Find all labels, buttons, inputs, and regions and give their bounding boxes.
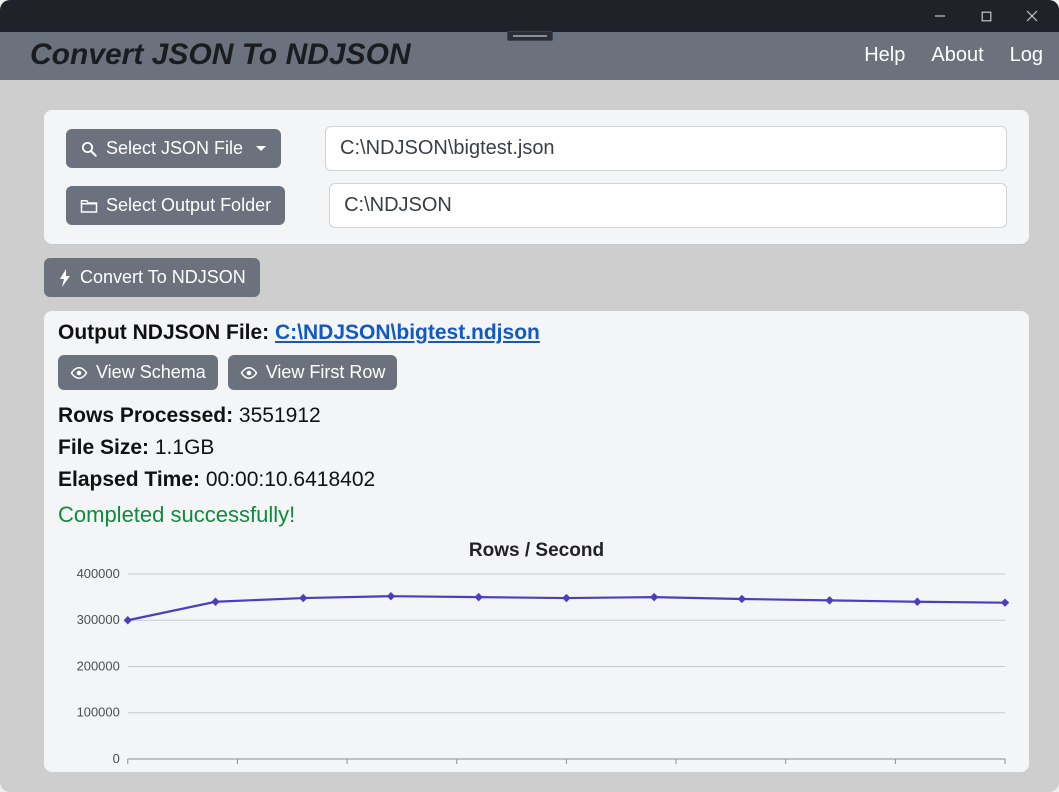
nav-log[interactable]: Log [1010, 44, 1043, 67]
maximize-icon [981, 11, 992, 22]
minimize-icon [934, 10, 946, 22]
app-title: Convert JSON To NDJSON [30, 38, 411, 72]
svg-text:09:44:10: 09:44:10 [103, 769, 153, 772]
chart-container: Rows / Second 01000002000003000004000000… [58, 540, 1015, 772]
rows-per-second-chart: 0 100000 200000 300000 400000 09:44:10 09:44:1… [58, 564, 1015, 772]
chevron-down-icon [255, 143, 267, 155]
svg-text:09:44:13: 09:44:13 [432, 769, 482, 772]
window-minimize-button[interactable] [917, 2, 963, 30]
file-size-value: 1.1GB [155, 436, 215, 459]
svg-text:100000: 100000 [77, 705, 120, 720]
elapsed-time-label: Elapsed Time: [58, 468, 200, 491]
file-select-card: Select JSON File Select Output Folder [44, 110, 1029, 244]
search-icon [80, 140, 98, 158]
svg-text:09:44:17: 09:44:17 [870, 769, 920, 772]
window-close-button[interactable] [1009, 2, 1055, 30]
svg-text:0: 0 [113, 751, 120, 766]
json-path-input[interactable] [325, 126, 1007, 171]
folder-icon [80, 197, 98, 215]
result-card: Output NDJSON File: C:\NDJSON\bigtest.nd… [44, 311, 1029, 772]
svg-text:200000: 200000 [77, 658, 120, 673]
drag-handle[interactable] [507, 31, 553, 41]
output-folder-input[interactable] [329, 183, 1007, 228]
svg-text:09:44:15: 09:44:15 [651, 769, 701, 772]
svg-text:400000: 400000 [77, 566, 120, 581]
select-output-label: Select Output Folder [106, 195, 271, 216]
titlebar [0, 0, 1059, 32]
elapsed-time-value: 00:00:10.6418402 [206, 468, 375, 491]
output-file-link[interactable]: C:\NDJSON\bigtest.ndjson [275, 321, 540, 344]
svg-text:09:44:12: 09:44:12 [322, 769, 372, 772]
nav-help[interactable]: Help [864, 44, 905, 67]
eye-icon [240, 364, 258, 382]
convert-label: Convert To NDJSON [80, 267, 246, 288]
select-json-label: Select JSON File [106, 138, 243, 159]
svg-text:09:44:16: 09:44:16 [761, 769, 811, 772]
svg-text:300000: 300000 [77, 612, 120, 627]
close-icon [1026, 10, 1038, 22]
lightning-icon [58, 269, 72, 287]
file-size-label: File Size: [58, 436, 149, 459]
eye-icon [70, 364, 88, 382]
rows-processed-label: Rows Processed: [58, 404, 233, 427]
svg-text:09:44:14: 09:44:14 [541, 769, 591, 772]
view-schema-button[interactable]: View Schema [58, 355, 218, 390]
select-json-button[interactable]: Select JSON File [66, 129, 281, 168]
nav-about[interactable]: About [931, 44, 983, 67]
convert-button[interactable]: Convert To NDJSON [44, 258, 260, 297]
status-text: Completed successfully! [58, 502, 1015, 528]
window-maximize-button[interactable] [963, 2, 1009, 30]
rows-processed-value: 3551912 [239, 404, 321, 427]
view-first-row-button[interactable]: View First Row [228, 355, 398, 390]
view-first-row-label: View First Row [266, 362, 386, 383]
output-file-label: Output NDJSON File: [58, 321, 269, 344]
view-schema-label: View Schema [96, 362, 206, 383]
select-output-folder-button[interactable]: Select Output Folder [66, 186, 285, 225]
app-header: Convert JSON To NDJSON Help About Log [0, 32, 1059, 80]
svg-text:09:44:18: 09:44:18 [980, 769, 1015, 772]
chart-title: Rows / Second [58, 540, 1015, 562]
svg-text:09:44:11: 09:44:11 [213, 769, 262, 772]
